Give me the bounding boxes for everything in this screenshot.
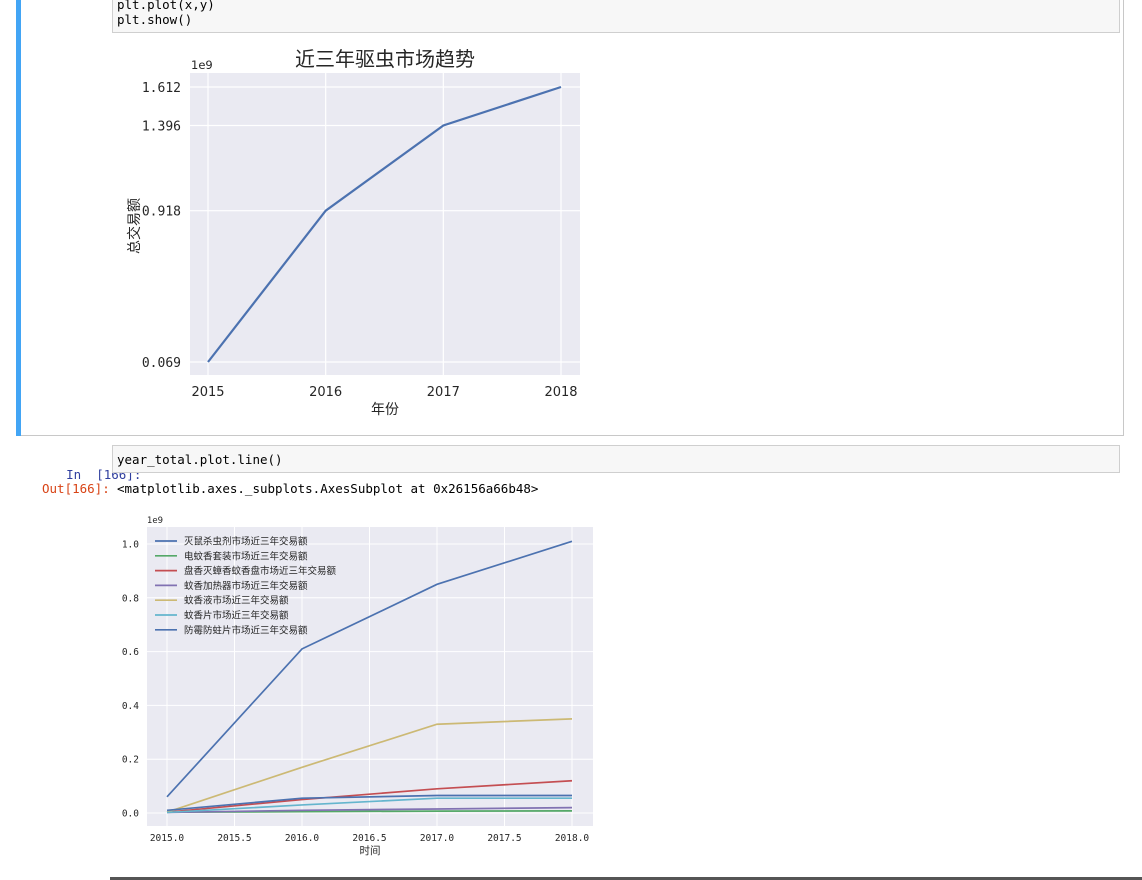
x-tick-label: 2018.0	[555, 833, 590, 844]
x-axis-label: 年份	[371, 402, 399, 418]
y-tick-label: 0.2	[122, 755, 139, 766]
x-tick-label: 2016.0	[285, 833, 320, 844]
y-offset-label: 1e9	[191, 58, 213, 72]
x-tick-label: 2016	[309, 385, 342, 400]
plot-area	[190, 73, 580, 375]
y-axis-label: 总交易额	[126, 198, 143, 254]
legend-label: 灭鼠杀虫剂市场近三年交易额	[184, 536, 308, 548]
code-line: year_total.plot.line()	[117, 452, 283, 467]
y-tick-label: 1.612	[142, 81, 181, 96]
x-tick-label: 2015.5	[217, 833, 251, 844]
legend-label: 防霉防蛀片市场近三年交易额	[184, 624, 308, 636]
y-tick-label: 0.918	[142, 205, 181, 220]
legend-label: 电蚊香套装市场近三年交易额	[184, 550, 308, 562]
x-tick-label: 2017.5	[487, 833, 521, 844]
legend-label: 盘香灭蟑香蚊香盘市场近三年交易额	[184, 565, 337, 577]
x-tick-label: 2015	[191, 385, 224, 400]
out-prompt: Out[166]:	[42, 481, 110, 496]
x-tick-label: 2018	[544, 385, 577, 400]
x-tick-label: 2017	[427, 385, 460, 400]
y-offset-label: 1e9	[147, 516, 163, 526]
x-tick-label: 2017.0	[420, 833, 455, 844]
legend-label: 蚊香加热器市场近三年交易额	[184, 580, 308, 592]
y-tick-label: 0.0	[122, 809, 139, 820]
chart-title: 近三年驱虫市场趋势	[295, 47, 475, 71]
y-tick-label: 0.8	[122, 593, 139, 604]
notebook-page: plt.plot(x,y) plt.show() 2015 2016 2017 201…	[0, 0, 1142, 880]
code-cell-input-2[interactable]: year_total.plot.line()	[112, 445, 1120, 473]
x-axis-label: 时间	[360, 844, 381, 857]
y-tick-label: 0.4	[122, 701, 139, 712]
x-tick-label: 2016.5	[352, 833, 386, 844]
trend-line-chart: 2015 2016 2017 2018 0.069 0.918 1.396 1.612 近三年驱…	[126, 47, 580, 418]
y-tick-label: 1.0	[122, 540, 139, 551]
legend-label: 蚊香液市场近三年交易额	[184, 595, 289, 607]
category-line-chart: 2015.0 2015.5 2016.0 2016.5 2017.0 2017.5 2018…	[122, 516, 593, 857]
y-tick-label: 0.069	[142, 356, 181, 371]
y-tick-label: 0.6	[122, 647, 139, 658]
y-tick-label: 1.396	[142, 119, 181, 134]
legend-label: 蚊香片市场近三年交易额	[184, 610, 289, 622]
x-tick-label: 2015.0	[150, 833, 185, 844]
output-text: <matplotlib.axes._subplots.AxesSubplot a…	[117, 481, 539, 496]
